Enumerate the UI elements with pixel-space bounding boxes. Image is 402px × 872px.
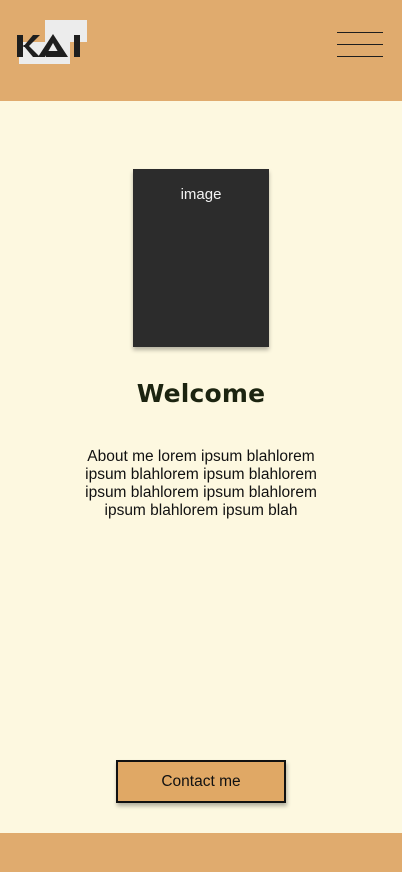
menu-line (337, 32, 383, 33)
app-header (0, 0, 402, 101)
hamburger-menu-icon[interactable] (335, 30, 385, 60)
menu-line (337, 56, 383, 57)
menu-line (337, 44, 383, 45)
image-placeholder-label: image (180, 186, 222, 203)
app-footer (0, 833, 402, 872)
contact-button[interactable]: Contact me (116, 760, 286, 803)
kai-logo[interactable] (16, 20, 88, 64)
about-text: About me lorem ipsum blahlorem ipsum bla… (85, 448, 317, 519)
page-title: Welcome (136, 379, 266, 408)
profile-image-placeholder: image (133, 169, 269, 347)
